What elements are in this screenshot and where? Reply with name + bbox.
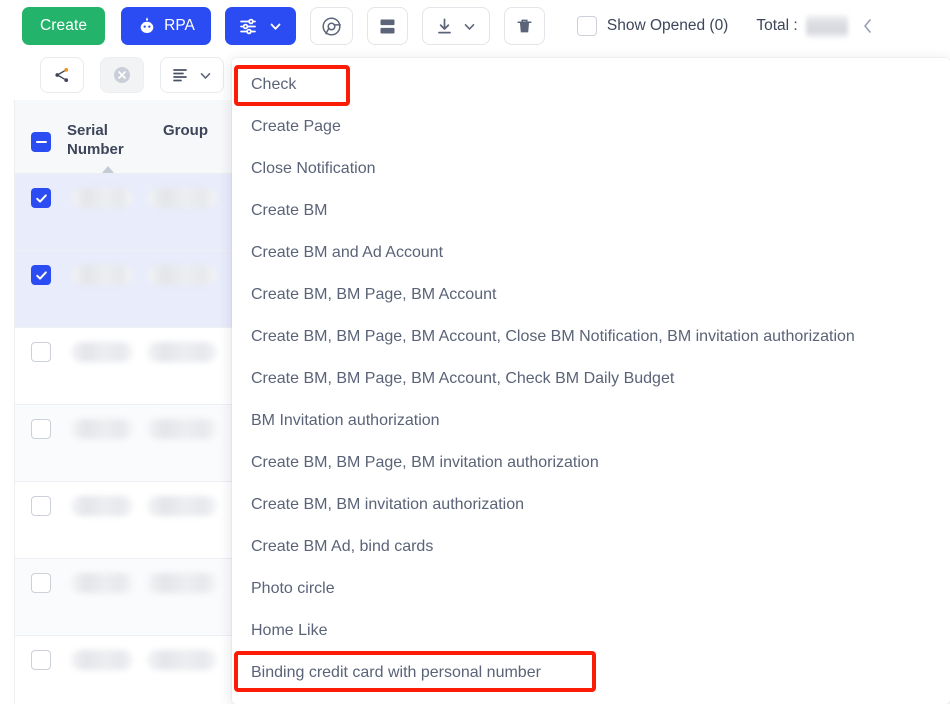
select-all-checkbox[interactable] — [31, 132, 51, 152]
row-select-cell[interactable] — [15, 573, 67, 593]
menu-item[interactable]: Create BM — [232, 190, 950, 232]
rpa-label: RPA — [164, 17, 195, 34]
delete-button[interactable] — [503, 7, 545, 45]
list-options-button[interactable] — [160, 57, 224, 93]
menu-item[interactable]: Home Like — [232, 610, 950, 652]
filter-settings-button[interactable] — [224, 7, 296, 45]
table-body — [15, 174, 233, 704]
table-row[interactable] — [15, 482, 233, 559]
menu-item[interactable]: Create BM Ad, bind cards — [232, 526, 950, 568]
download-button[interactable] — [421, 7, 490, 45]
cell-group-redacted — [147, 265, 217, 285]
total-label: Total : — [756, 17, 798, 34]
row-select-cell[interactable] — [15, 342, 67, 362]
show-opened-checkbox-group[interactable]: Show Opened (0) — [576, 16, 729, 36]
sliders-icon — [238, 16, 259, 37]
row-select-cell[interactable] — [15, 419, 67, 439]
robot-icon — [137, 16, 157, 36]
chevron-down-icon — [462, 19, 477, 34]
row-select-cell[interactable] — [15, 496, 67, 516]
cell-serial-number-redacted — [71, 342, 133, 362]
collapse-panel-button[interactable] — [860, 16, 875, 36]
download-icon — [435, 17, 454, 36]
row-select-cell[interactable] — [15, 188, 67, 208]
menu-item[interactable]: Photo circle — [232, 568, 950, 610]
share-button[interactable] — [40, 57, 84, 93]
table-row[interactable] — [15, 405, 233, 482]
cell-group-redacted — [147, 496, 217, 516]
column-header-group[interactable]: Group — [163, 122, 208, 141]
column-header-serial-number-label: Serial Number — [67, 122, 124, 158]
table-row[interactable] — [15, 174, 233, 251]
rows-layout-icon — [378, 17, 397, 36]
row-checkbox[interactable] — [31, 419, 51, 439]
row-checkbox-checked[interactable] — [31, 265, 51, 285]
app-root: Create RPA Show Opened (0) Total: Seria… — [0, 0, 950, 704]
table-row[interactable] — [15, 251, 233, 328]
menu-item[interactable]: Create BM and Ad Account — [232, 232, 950, 274]
column-header-serial-number[interactable]: Serial Number — [67, 122, 149, 182]
cell-group-redacted — [147, 188, 217, 208]
cell-serial-number-redacted — [71, 419, 133, 439]
menu-item[interactable]: Create BM, BM invitation authorization — [232, 484, 950, 526]
primary-toolbar: Create RPA Show Opened (0) Total: — [0, 0, 950, 52]
cell-serial-number-redacted — [71, 650, 133, 670]
task-type-dropdown-menu: Check Create Page Close Notification Create… — [232, 58, 950, 704]
menu-item[interactable]: Create BM, BM Page, BM invitation author… — [232, 442, 950, 484]
show-opened-label: Show Opened (0) — [606, 17, 729, 34]
menu-item[interactable]: Binding credit card with personal number — [232, 652, 950, 694]
table-row[interactable] — [15, 559, 233, 636]
share-icon — [53, 66, 71, 84]
menu-item[interactable]: BM Invitation authorization — [232, 400, 950, 442]
clear-selection-button[interactable] — [100, 57, 144, 93]
cell-serial-number-redacted — [71, 496, 133, 516]
trash-icon — [515, 17, 534, 36]
layout-button[interactable] — [366, 7, 408, 45]
table-row[interactable] — [15, 328, 233, 405]
create-button[interactable]: Create — [22, 7, 106, 45]
cell-serial-number-redacted — [71, 265, 133, 285]
table-header-row: Serial Number Group — [15, 100, 233, 182]
table-row[interactable] — [15, 636, 233, 704]
cell-group-redacted — [147, 342, 217, 362]
row-checkbox[interactable] — [31, 573, 51, 593]
show-opened-checkbox[interactable] — [576, 16, 597, 36]
chrome-icon — [321, 16, 342, 37]
row-select-cell[interactable] — [15, 650, 67, 670]
chevron-down-icon — [198, 68, 213, 83]
cell-group-redacted — [147, 573, 217, 593]
menu-item[interactable]: Check — [232, 64, 950, 106]
close-circle-icon — [112, 65, 132, 85]
menu-item[interactable]: Close Notification — [232, 148, 950, 190]
cell-group-redacted — [147, 419, 217, 439]
cell-group-redacted — [147, 650, 217, 670]
cell-serial-number-redacted — [71, 188, 133, 208]
row-checkbox[interactable] — [31, 650, 51, 670]
row-select-cell[interactable] — [15, 265, 67, 285]
list-lines-icon — [171, 66, 189, 84]
menu-item[interactable]: Create BM, BM Page, BM Account — [232, 274, 950, 316]
menu-item[interactable]: Create BM, BM Page, BM Account, Check BM… — [232, 358, 950, 400]
accounts-table: Serial Number Group — [14, 100, 233, 704]
menu-item[interactable]: Create Page — [232, 106, 950, 148]
cell-serial-number-redacted — [71, 573, 133, 593]
row-checkbox[interactable] — [31, 342, 51, 362]
chevron-down-icon — [268, 19, 283, 34]
menu-item[interactable]: Create BM, BM Page, BM Account, Close BM… — [232, 316, 950, 358]
total-value-redacted — [805, 14, 848, 38]
rpa-button[interactable]: RPA — [121, 7, 211, 45]
total-counter: Total : — [756, 14, 848, 38]
select-all-cell[interactable] — [15, 122, 67, 152]
row-checkbox[interactable] — [31, 496, 51, 516]
browser-button[interactable] — [309, 7, 353, 45]
row-checkbox-checked[interactable] — [31, 188, 51, 208]
